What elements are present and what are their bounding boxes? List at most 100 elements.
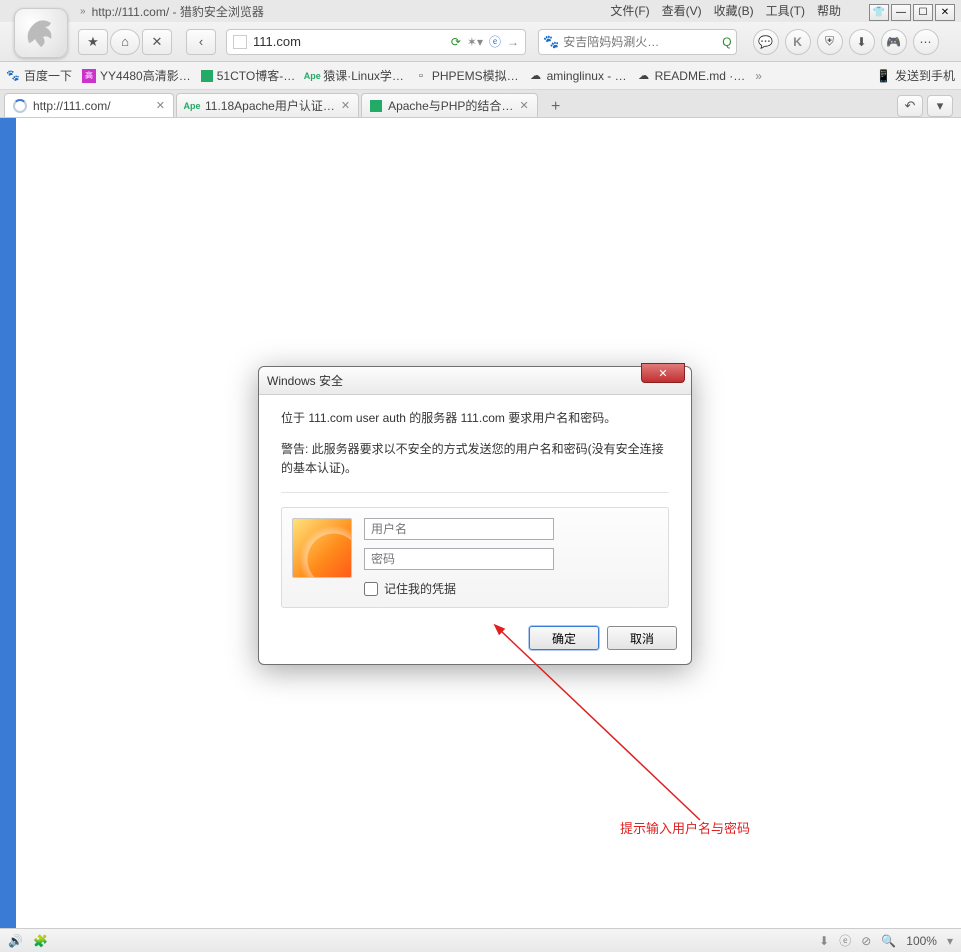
address-input[interactable] — [253, 34, 445, 49]
minimize-button[interactable]: — — [891, 4, 911, 21]
user-avatar-icon — [292, 518, 352, 578]
status-bar: 🔊 🧩 ⬇ ⓔ ⊘ 🔍 100% ▾ — [0, 928, 961, 952]
bookmark-item[interactable]: 🐾 百度一下 — [6, 67, 72, 84]
tab-close-button[interactable]: ✕ — [341, 99, 350, 112]
dialog-warning: 警告: 此服务器要求以不安全的方式发送您的用户名和密码(没有安全连接的基本认证)… — [281, 440, 669, 478]
site-icon: Ape — [305, 69, 319, 83]
site-favicon — [233, 35, 247, 49]
adblock-icon[interactable]: ⊘ — [861, 934, 871, 948]
download-button[interactable]: ⬇ — [849, 29, 875, 55]
password-input[interactable] — [364, 548, 554, 570]
bookmark-item[interactable]: ▫ PHPEMS模拟… — [414, 67, 519, 84]
dialog-close-button[interactable]: ✕ — [641, 363, 685, 383]
bookmark-label: 猿课·Linux学… — [323, 67, 404, 84]
compat-mode-icon[interactable]: ⓔ — [839, 932, 851, 949]
bookmarks-overflow[interactable]: » — [755, 69, 762, 83]
plugin-icon[interactable]: 🧩 — [33, 934, 48, 948]
page-icon: ▫ — [414, 69, 428, 83]
site-icon — [370, 100, 382, 112]
window-title: http://111.com/ - 猎豹安全浏览器 — [92, 3, 264, 20]
menu-favorites[interactable]: 收藏(B) — [714, 2, 754, 19]
search-go-icon[interactable]: Q — [722, 35, 731, 49]
compat-icon[interactable]: ⓔ — [489, 33, 501, 50]
menu-tools[interactable]: 工具(T) — [766, 2, 805, 19]
stop-button[interactable]: ✕ — [142, 29, 172, 55]
maximize-button[interactable]: ☐ — [913, 4, 933, 21]
history-dropdown-icon[interactable]: » — [80, 6, 86, 17]
credentials-panel: 记住我的凭据 — [281, 507, 669, 608]
bookmark-label: aminglinux - … — [547, 69, 627, 83]
tab[interactable]: Ape 11.18Apache用户认证… ✕ — [176, 93, 359, 117]
new-tab-button[interactable]: + — [544, 97, 568, 117]
remember-label: 记住我的凭据 — [384, 580, 456, 597]
zoom-icon[interactable]: 🔍 — [881, 934, 896, 948]
skin-button[interactable]: 👕 — [869, 4, 889, 21]
auth-dialog: ✕ Windows 安全 位于 111.com user auth 的服务器 1… — [258, 366, 692, 665]
site-icon — [201, 70, 213, 82]
game-button[interactable]: 🎮 — [881, 29, 907, 55]
bookmark-add-icon[interactable]: ✶▾ — [467, 35, 483, 49]
tab-label: 11.18Apache用户认证… — [205, 97, 335, 114]
remember-credentials[interactable]: 记住我的凭据 — [364, 580, 658, 597]
paw-icon: 🐾 — [6, 69, 20, 83]
tab[interactable]: http://111.com/ ✕ — [4, 93, 174, 117]
address-bar[interactable]: ⟳ ✶▾ ⓔ → — [226, 29, 526, 55]
tab-close-button[interactable]: ✕ — [156, 99, 165, 112]
zoom-dropdown-icon[interactable]: ▾ — [947, 934, 953, 948]
bookmark-item[interactable]: ☁README.md ·… — [637, 69, 746, 83]
tab-close-button[interactable]: ✕ — [519, 99, 528, 112]
tab-strip: http://111.com/ ✕ Ape 11.18Apache用户认证… ✕… — [0, 90, 961, 118]
bookmark-label: PHPEMS模拟… — [432, 67, 519, 84]
separator — [281, 492, 669, 493]
cancel-button[interactable]: 取消 — [607, 626, 677, 650]
tab-list-button[interactable]: ▾ — [927, 95, 953, 117]
site-icon: Ape — [185, 99, 199, 113]
more-button[interactable]: ⋯ — [913, 29, 939, 55]
menu-view[interactable]: 查看(V) — [662, 2, 702, 19]
go-icon[interactable]: → — [507, 35, 519, 49]
menubar: 文件(F) 查看(V) 收藏(B) 工具(T) 帮助 — [610, 2, 841, 19]
phone-icon: 📱 — [876, 69, 891, 83]
search-box[interactable]: 🐾 Q — [538, 29, 737, 55]
bookmark-item[interactable]: Ape 猿课·Linux学… — [305, 67, 404, 84]
bookmark-label: README.md ·… — [655, 69, 746, 83]
window-controls: 👕 — ☐ ✕ — [869, 4, 955, 21]
ok-button[interactable]: 确定 — [529, 626, 599, 650]
dialog-title: Windows 安全 — [259, 367, 691, 395]
extension-chat-icon[interactable]: 💬 — [753, 29, 779, 55]
extension-shield-icon[interactable]: ⛨ — [817, 29, 843, 55]
bookmark-item[interactable]: 51CTO博客-… — [201, 67, 295, 84]
toolbar: ★ ⌂ ✕ ‹ ⟳ ✶▾ ⓔ → 🐾 Q 💬 K ⛨ ⬇ 🎮 ⋯ — [0, 22, 961, 62]
tab-label: http://111.com/ — [33, 99, 111, 113]
back-button[interactable]: ‹ — [186, 29, 216, 55]
send-to-phone-label: 发送到手机 — [895, 67, 955, 84]
favorite-star-button[interactable]: ★ — [78, 29, 108, 55]
bookmark-item[interactable]: ☁ aminglinux - … — [529, 69, 627, 83]
loading-spinner-icon — [13, 99, 27, 113]
bookmark-item[interactable]: 高 YY4480高清影… — [82, 67, 191, 84]
send-to-phone[interactable]: 📱 发送到手机 — [876, 67, 955, 84]
close-button[interactable]: ✕ — [935, 4, 955, 21]
search-input[interactable] — [563, 35, 718, 49]
bookmark-label: 百度一下 — [24, 67, 72, 84]
menu-help[interactable]: 帮助 — [817, 2, 841, 19]
username-input[interactable] — [364, 518, 554, 540]
search-engine-icon[interactable]: 🐾 — [543, 34, 559, 50]
remember-checkbox[interactable] — [364, 582, 378, 596]
tab-label: Apache与PHP的结合… — [388, 97, 513, 114]
download-status-icon[interactable]: ⬇ — [819, 934, 829, 948]
browser-logo[interactable] — [14, 8, 68, 58]
speaker-icon[interactable]: 🔊 — [8, 934, 23, 948]
bookmarks-bar: 🐾 百度一下 高 YY4480高清影… 51CTO博客-… Ape 猿课·Linux学… — [0, 62, 961, 90]
bookmark-label: 51CTO博客-… — [217, 67, 295, 84]
safety-icon[interactable]: ⟳ — [451, 35, 461, 49]
menu-file[interactable]: 文件(F) — [610, 2, 649, 19]
undo-close-tab-button[interactable]: ↶ — [897, 95, 923, 117]
cloud-icon: ☁ — [529, 69, 543, 83]
site-icon: 高 — [82, 69, 96, 83]
zoom-level[interactable]: 100% — [906, 934, 937, 948]
home-button[interactable]: ⌂ — [110, 29, 140, 55]
bookmark-label: YY4480高清影… — [100, 67, 191, 84]
extension-k-icon[interactable]: K — [785, 29, 811, 55]
tab[interactable]: Apache与PHP的结合… ✕ — [361, 93, 538, 117]
